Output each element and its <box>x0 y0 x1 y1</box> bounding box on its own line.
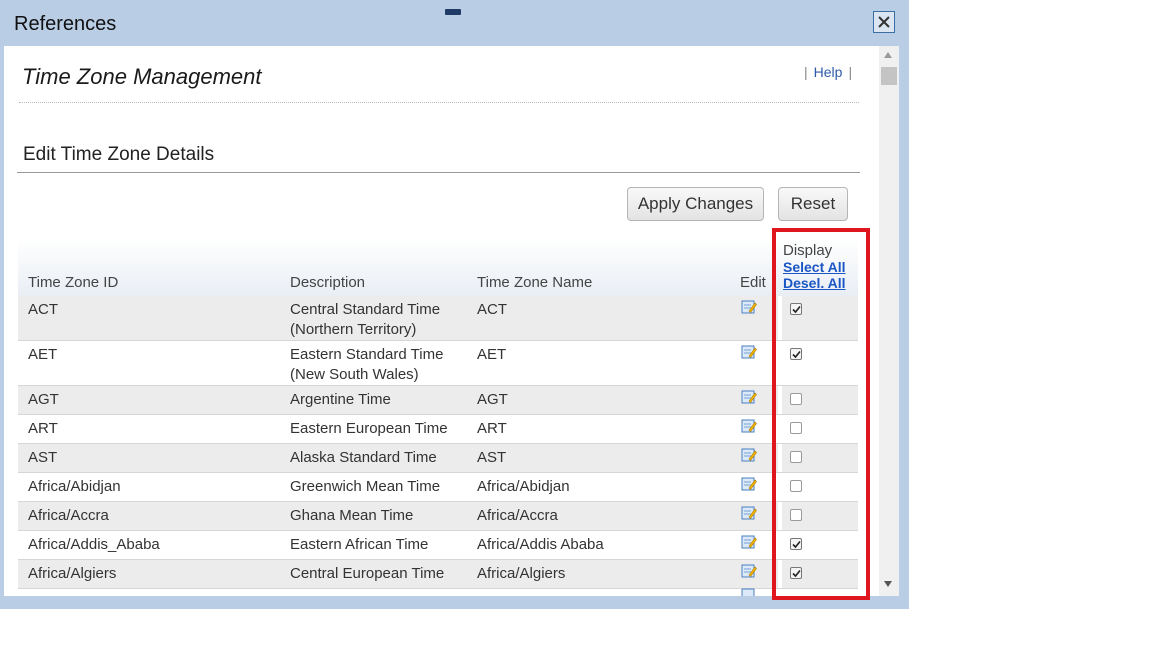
apply-changes-button[interactable]: Apply Changes <box>627 187 764 221</box>
table-row: ART Eastern European Time ART <box>18 415 858 444</box>
edit-icon[interactable] <box>741 476 757 492</box>
drag-handle-icon[interactable] <box>445 9 461 15</box>
edit-icon[interactable] <box>741 534 757 550</box>
deselect-all-link[interactable]: Desel. All <box>783 275 846 291</box>
table-row: ACT Central Standard Time (Northern Terri… <box>18 296 858 341</box>
select-all-link[interactable]: Select All <box>783 259 846 275</box>
table-row: AET Eastern Standard Time (New South Wale… <box>18 341 858 386</box>
column-header-name: Time Zone Name <box>477 274 593 291</box>
scroll-down-icon[interactable] <box>884 581 892 587</box>
edit-icon[interactable] <box>741 505 757 521</box>
column-header-id: Time Zone ID <box>28 274 119 291</box>
vertical-scrollbar[interactable] <box>879 46 899 596</box>
help-link[interactable]: Help <box>814 64 843 80</box>
column-divider <box>778 444 782 472</box>
column-header-description: Description <box>290 274 366 291</box>
display-checkbox[interactable] <box>790 303 802 315</box>
edit-icon[interactable] <box>741 588 757 596</box>
scroll-up-icon[interactable] <box>884 52 892 58</box>
time-zone-name-cell: Africa/Algiers <box>477 565 566 582</box>
checkmark-icon <box>791 540 801 548</box>
description-cell: Greenwich Mean Time <box>290 478 441 495</box>
checkmark-icon <box>791 350 801 358</box>
checkmark-icon <box>791 305 801 313</box>
column-divider <box>778 296 782 340</box>
time-zone-id-cell: Africa/Abidjan <box>28 478 121 495</box>
column-divider <box>778 386 782 414</box>
edit-icon[interactable] <box>741 389 757 405</box>
checkmark-icon <box>791 569 801 577</box>
table-row: AST Alaska Standard Time AST <box>18 444 858 473</box>
close-button[interactable] <box>873 11 895 33</box>
display-checkbox[interactable] <box>790 509 802 521</box>
column-divider <box>778 560 782 588</box>
display-checkbox[interactable] <box>790 348 802 360</box>
dialog-content: Time Zone Management | Help | Edit Time Zo… <box>4 46 879 596</box>
time-zone-id-cell: ACT <box>28 301 58 318</box>
table-row: Africa/Abidjan Greenwich Mean Time Africa/… <box>18 473 858 502</box>
edit-icon[interactable] <box>741 563 757 579</box>
reset-button[interactable]: Reset <box>778 187 848 221</box>
time-zone-name-cell: AST <box>477 449 507 466</box>
description-cell: Argentine Time <box>290 391 391 408</box>
time-zone-id-cell: Africa/Accra <box>28 507 109 524</box>
display-checkbox[interactable] <box>790 451 802 463</box>
column-divider <box>778 502 782 530</box>
display-checkbox[interactable] <box>790 538 802 550</box>
time-zone-id-cell: AGT <box>28 391 59 408</box>
description-cell: Alaska Standard Time <box>290 449 437 466</box>
display-checkbox[interactable] <box>790 422 802 434</box>
table-row: Africa/Accra Ghana Mean Time Africa/Accra <box>18 502 858 531</box>
time-zone-name-cell: AGT <box>477 391 508 408</box>
table-row: AGT Argentine Time AGT <box>18 386 858 415</box>
scroll-thumb[interactable] <box>881 67 897 85</box>
display-checkbox[interactable] <box>790 480 802 492</box>
close-icon <box>878 16 890 28</box>
help-links: | Help | <box>804 64 852 80</box>
description-cell: Central European Time <box>290 565 445 582</box>
separator: | <box>804 64 808 80</box>
time-zone-name-cell: ART <box>477 420 507 437</box>
time-zone-id-cell: AET <box>28 346 58 363</box>
dialog-title: References <box>14 13 117 35</box>
page-title: Time Zone Management <box>22 64 262 89</box>
references-dialog: References Time Zone Management | Help | E… <box>0 0 909 609</box>
time-zone-id-cell: Africa/Addis_Ababa <box>28 536 160 553</box>
column-divider <box>778 341 782 385</box>
edit-icon[interactable] <box>741 447 757 463</box>
column-divider <box>778 415 782 443</box>
time-zone-id-cell: ART <box>28 420 58 437</box>
column-header-edit: Edit <box>740 274 766 291</box>
time-zone-name-cell: Africa/Addis Ababa <box>477 536 604 553</box>
divider <box>19 102 859 103</box>
description-cell: Eastern European Time <box>290 420 448 437</box>
column-divider <box>778 473 782 501</box>
edit-icon[interactable] <box>741 299 757 315</box>
table-row <box>18 588 858 596</box>
separator: | <box>848 64 853 80</box>
column-divider <box>778 531 782 559</box>
description-cell: Eastern African Time <box>290 536 429 553</box>
section-title: Edit Time Zone Details <box>23 144 215 165</box>
column-header-display: Display Select All Desel. All <box>783 242 846 292</box>
divider <box>17 172 860 173</box>
edit-icon[interactable] <box>741 344 757 360</box>
table-row: Africa/Algiers Central European Time Afric… <box>18 560 858 589</box>
time-zone-id-cell: Africa/Algiers <box>28 565 117 582</box>
display-label: Display <box>783 242 833 259</box>
time-zone-name-cell: AET <box>477 346 507 363</box>
table-header: Time Zone ID Description Time Zone Name … <box>18 238 858 297</box>
display-checkbox[interactable] <box>790 393 802 405</box>
display-checkbox[interactable] <box>790 567 802 579</box>
description-cell: Eastern Standard Time (New South Wales) <box>290 346 444 383</box>
time-zone-name-cell: Africa/Abidjan <box>477 478 570 495</box>
time-zone-name-cell: ACT <box>477 301 507 318</box>
dialog-titlebar[interactable]: References <box>0 0 909 46</box>
description-cell: Central Standard Time (Northern Territor… <box>290 301 441 338</box>
time-zone-name-cell: Africa/Accra <box>477 507 558 524</box>
description-cell: Ghana Mean Time <box>290 507 414 524</box>
edit-icon[interactable] <box>741 418 757 434</box>
time-zone-id-cell: AST <box>28 449 58 466</box>
table-row: Africa/Addis_Ababa Eastern African Time Af… <box>18 531 858 560</box>
